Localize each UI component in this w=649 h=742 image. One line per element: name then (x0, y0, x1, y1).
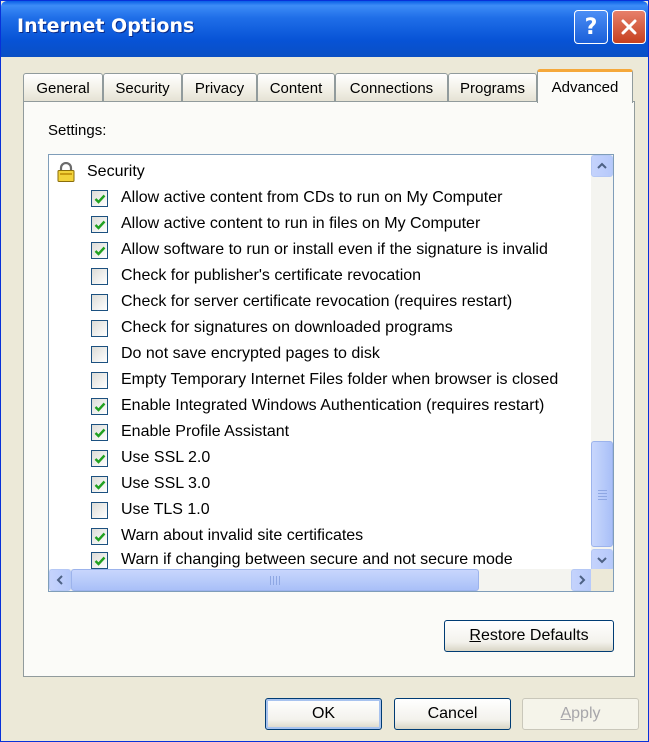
vertical-scroll-thumb[interactable] (591, 441, 613, 547)
setting-label: Allow active content from CDs to run on … (121, 189, 503, 206)
grip-line (276, 576, 277, 585)
ok-button[interactable]: OK (265, 698, 382, 730)
grip-line (598, 499, 607, 500)
checkbox[interactable] (91, 449, 108, 467)
setting-label: Allow active content to run in files on … (121, 215, 481, 232)
setting-label: Enable Profile Assistant (121, 423, 290, 440)
checkbox[interactable] (91, 189, 108, 207)
help-icon: ? (584, 14, 598, 40)
setting-row[interactable]: Use SSL 3.0 (91, 471, 210, 497)
restore-defaults-label: Restore Defaults (469, 627, 589, 644)
setting-label: Warn about invalid site certificates (121, 527, 364, 544)
settings-listbox[interactable]: Security Allow active content from CDs t… (48, 154, 614, 592)
setting-label: Enable Integrated Windows Authentication… (121, 397, 545, 414)
grip-line (598, 496, 607, 497)
close-button[interactable] (612, 10, 646, 44)
help-button[interactable]: ? (574, 10, 608, 44)
tab-programs[interactable]: Programs (448, 73, 537, 102)
setting-row[interactable]: Enable Integrated Windows Authentication… (91, 393, 544, 419)
vertical-scrollbar[interactable] (591, 155, 613, 571)
cancel-button[interactable]: Cancel (394, 698, 511, 730)
tab-connections[interactable]: Connections (335, 73, 448, 102)
chevron-right-icon (579, 575, 586, 585)
restore-defaults-button[interactable]: Restore Defaults (444, 620, 614, 652)
setting-label: Use TLS 1.0 (121, 501, 210, 518)
setting-row[interactable]: Allow active content to run in files on … (91, 211, 480, 237)
setting-label: Use SSL 3.0 (121, 475, 211, 492)
setting-row[interactable]: Check for publisher's certificate revoca… (91, 263, 421, 289)
checkbox[interactable] (91, 551, 108, 569)
grip-line (598, 493, 607, 494)
chevron-up-icon (597, 162, 607, 169)
horizontal-scrollbar[interactable] (49, 569, 593, 591)
grip-line (598, 490, 607, 491)
grip-line (279, 576, 280, 585)
chevron-down-icon (597, 557, 607, 564)
tab-security[interactable]: Security (103, 73, 182, 102)
setting-label: Allow software to run or install even if… (121, 241, 548, 258)
setting-label: Use SSL 2.0 (121, 449, 211, 466)
horizontal-scroll-thumb[interactable] (71, 569, 479, 591)
tab-advanced[interactable]: Advanced (537, 69, 633, 103)
grip-line (270, 576, 271, 585)
scroll-up-button[interactable] (591, 155, 613, 177)
setting-row[interactable]: Check for signatures on downloaded progr… (91, 315, 453, 341)
setting-row[interactable]: Allow software to run or install even if… (91, 237, 548, 263)
setting-label: Check for server certificate revocation … (121, 293, 513, 310)
checkbox[interactable] (91, 267, 108, 285)
setting-label: Warn if changing between secure and not … (121, 551, 513, 568)
checkbox[interactable] (91, 345, 108, 363)
ok-label: OK (311, 705, 336, 722)
tab-general[interactable]: General (23, 73, 103, 102)
tab-content[interactable]: Content (257, 73, 335, 102)
setting-label: Empty Temporary Internet Files folder wh… (121, 371, 559, 388)
setting-label: Check for signatures on downloaded progr… (121, 319, 453, 336)
group-label: Security (87, 163, 145, 180)
setting-label: Do not save encrypted pages to disk (121, 345, 380, 362)
title-bar[interactable]: Internet Options ? (1, 1, 648, 57)
advanced-tab-panel: Settings: Security Allow active content … (23, 101, 635, 677)
tab-privacy[interactable]: Privacy (182, 73, 257, 102)
checkbox[interactable] (91, 293, 108, 311)
close-icon (621, 19, 637, 35)
internet-options-dialog: Internet Options ? General Security Priv… (0, 0, 649, 742)
checkbox[interactable] (91, 215, 108, 233)
checkbox[interactable] (91, 397, 108, 415)
lock-icon (57, 161, 75, 182)
window-title: Internet Options (17, 15, 195, 37)
group-security: Security (57, 159, 145, 185)
grip-line (273, 576, 274, 585)
checkbox[interactable] (91, 319, 108, 337)
setting-row[interactable]: Check for server certificate revocation … (91, 289, 512, 315)
setting-row[interactable]: Use TLS 1.0 (91, 497, 210, 523)
settings-list: Security Allow active content from CDs t… (49, 155, 589, 571)
checkbox[interactable] (91, 423, 108, 441)
scroll-left-button[interactable] (49, 569, 71, 591)
setting-label: Check for publisher's certificate revoca… (121, 267, 422, 284)
setting-row[interactable]: Warn about invalid site certificates (91, 523, 363, 549)
checkbox[interactable] (91, 527, 108, 545)
setting-row[interactable]: Enable Profile Assistant (91, 419, 289, 445)
checkbox[interactable] (91, 241, 108, 259)
setting-row[interactable]: Allow active content from CDs to run on … (91, 185, 502, 211)
settings-label: Settings: (48, 122, 107, 139)
scrollbar-corner (591, 569, 613, 591)
chevron-left-icon (56, 575, 63, 585)
checkbox[interactable] (91, 475, 108, 493)
setting-row[interactable]: Do not save encrypted pages to disk (91, 341, 380, 367)
apply-button[interactable]: Apply (522, 698, 639, 730)
setting-row[interactable]: Empty Temporary Internet Files folder wh… (91, 367, 558, 393)
setting-row[interactable]: Use SSL 2.0 (91, 445, 210, 471)
scroll-down-button[interactable] (591, 549, 613, 571)
apply-label: Apply (560, 705, 601, 722)
checkbox[interactable] (91, 371, 108, 389)
checkbox[interactable] (91, 501, 108, 519)
cancel-label: Cancel (427, 705, 478, 722)
scroll-right-button[interactable] (571, 569, 593, 591)
